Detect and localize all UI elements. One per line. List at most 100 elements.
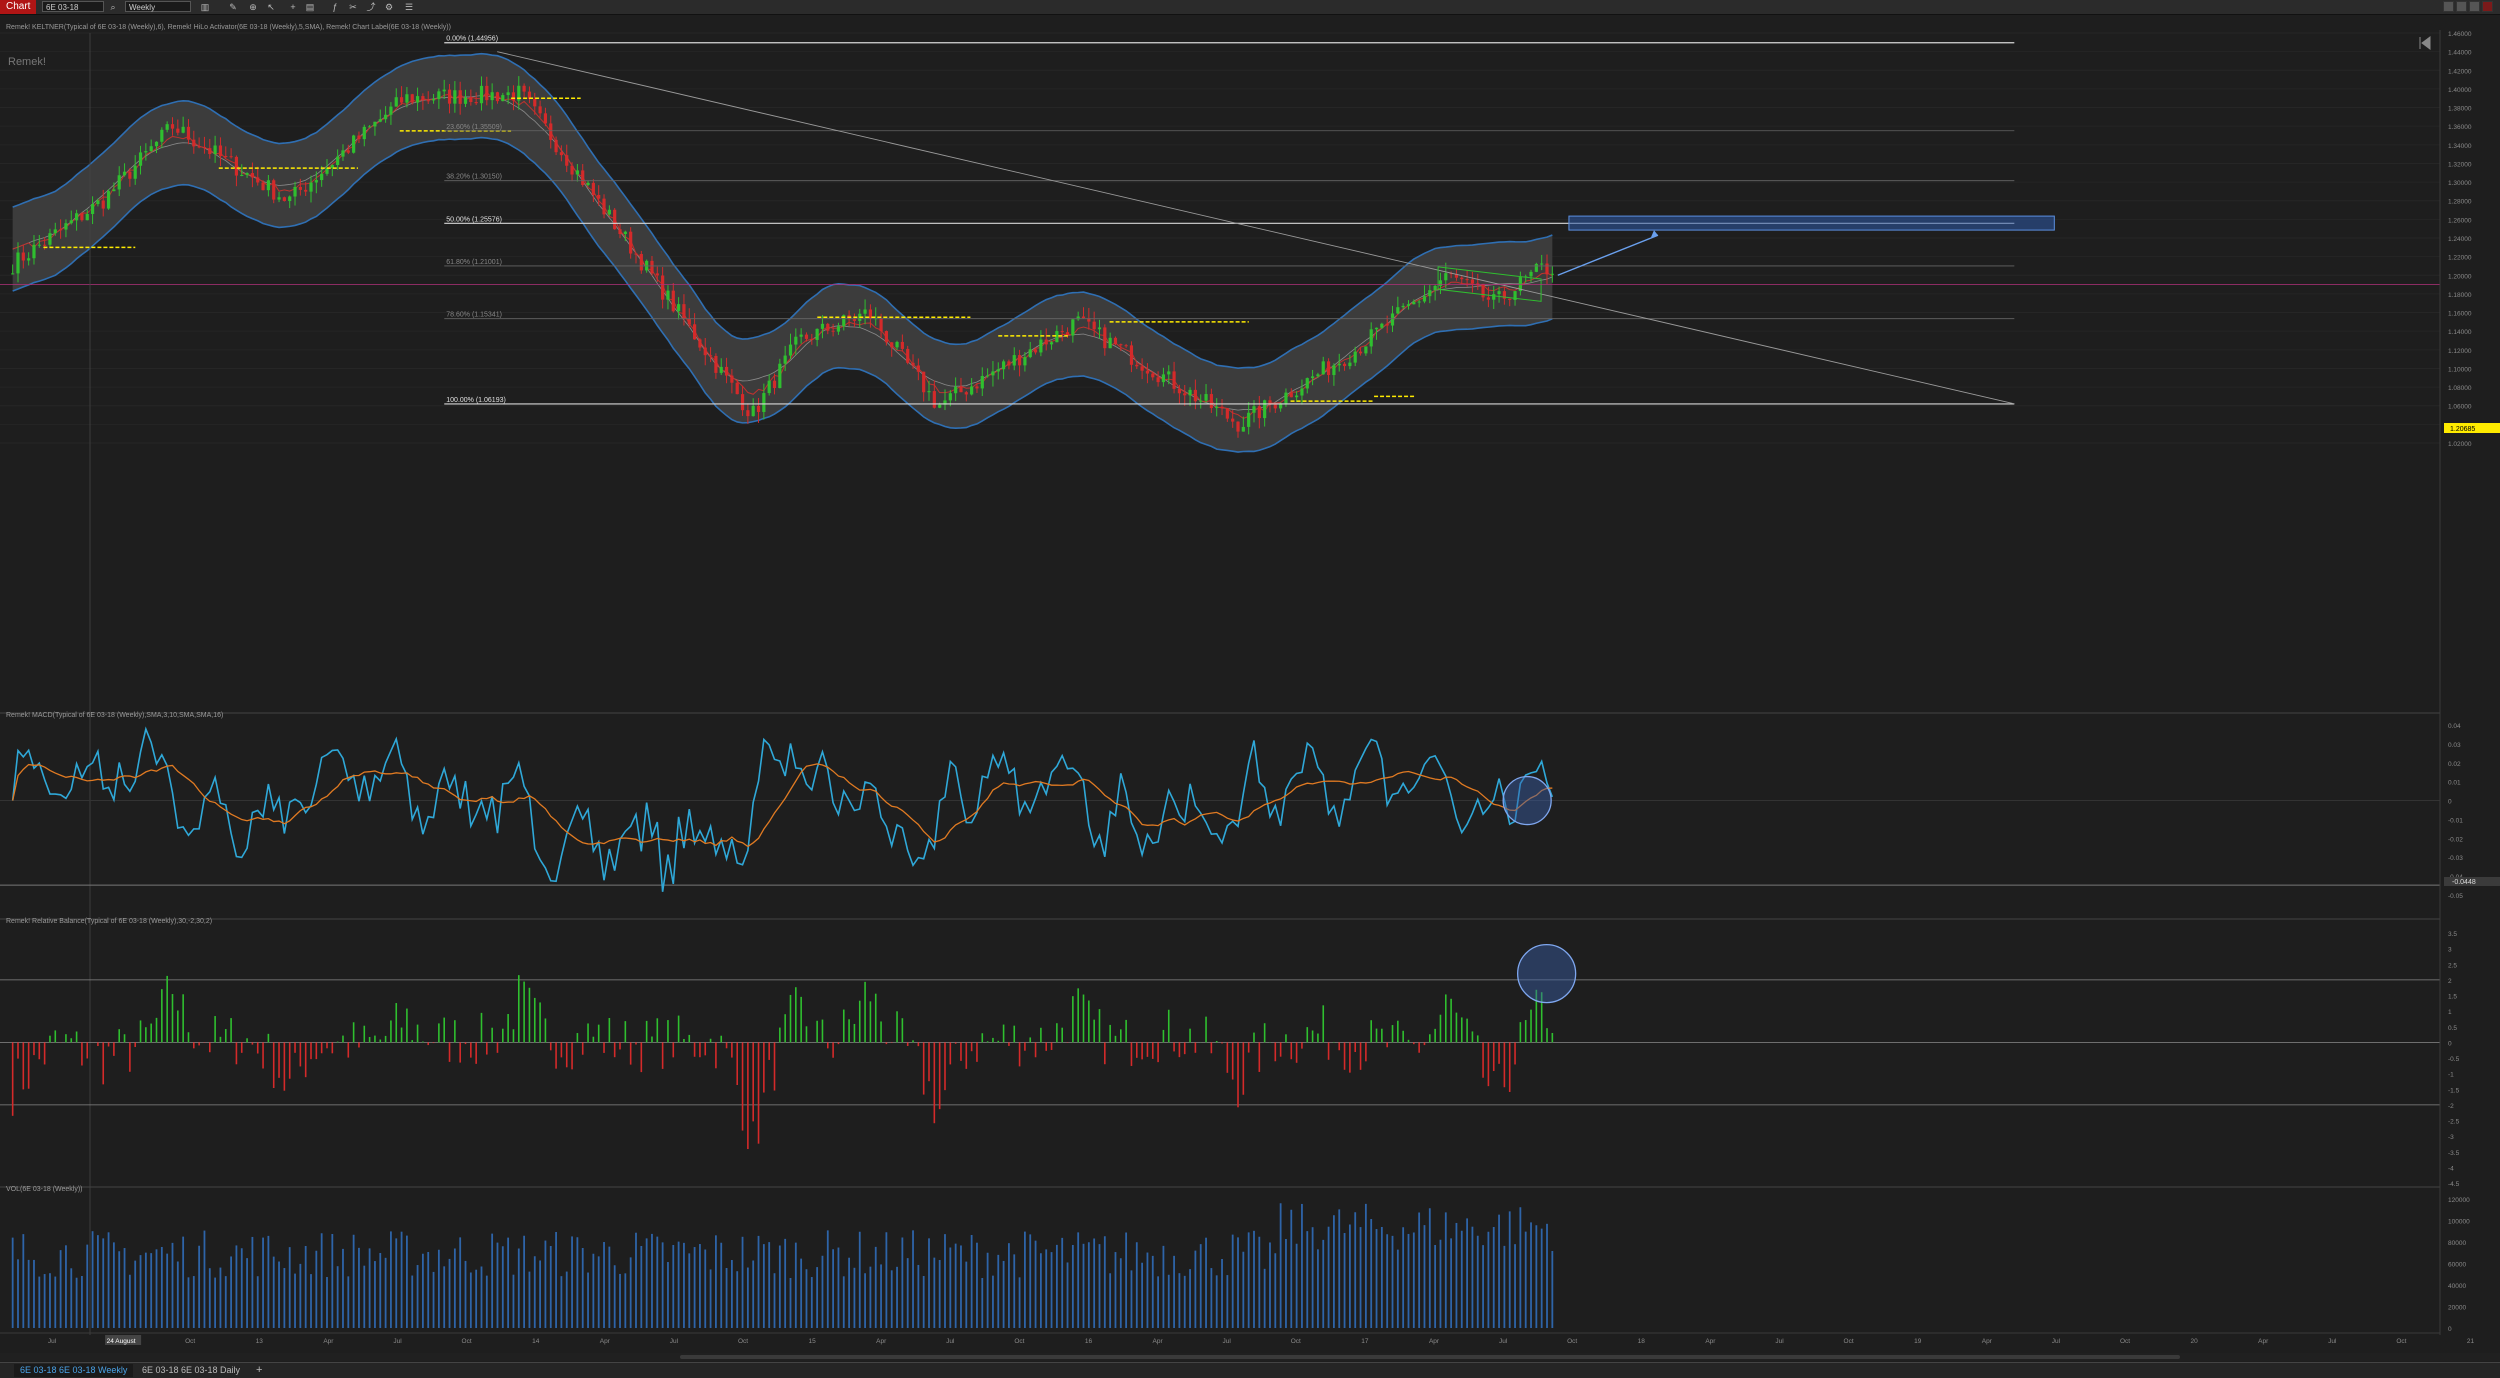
candle-body	[831, 330, 835, 332]
candle-body	[1465, 279, 1469, 281]
candle-body	[362, 126, 366, 140]
watermark-label: Remek!	[8, 56, 46, 68]
candle-body	[1321, 361, 1325, 375]
candle-body	[21, 252, 25, 261]
candle-body	[1113, 337, 1118, 345]
properties-icon[interactable]: ▤	[305, 2, 315, 12]
candle-body	[1167, 371, 1171, 375]
price-axis-label: 1.16000	[2448, 311, 2472, 318]
candle-body	[186, 126, 191, 140]
volume-axis-label: 20000	[2448, 1305, 2466, 1312]
x-axis-label: Apr	[1429, 1338, 1440, 1345]
balance-axis-label: -2	[2448, 1103, 2454, 1110]
close-window-button[interactable]	[2482, 1, 2493, 12]
candle-body	[810, 338, 814, 340]
instrument-select[interactable]: 6E 03-18	[42, 1, 104, 12]
candle-body	[751, 405, 755, 417]
fib-level-label: 38.20% (1.30150)	[446, 174, 502, 181]
candle-body	[1081, 316, 1086, 319]
minimize-window-button[interactable]	[2456, 1, 2467, 12]
balance-highlight-circle	[1516, 943, 1577, 1004]
period-select[interactable]: Weekly	[125, 1, 191, 12]
macd-axis-label: 0.01	[2448, 780, 2461, 787]
candle-body	[1017, 355, 1022, 366]
candle-body	[708, 355, 713, 357]
macd-marker: -0.0448	[2444, 877, 2500, 886]
candle-body	[1508, 298, 1512, 300]
candle-body	[852, 319, 857, 321]
candle-body	[906, 348, 910, 363]
candle-body	[954, 386, 958, 394]
candle-body	[1460, 277, 1464, 280]
candle-body	[884, 331, 888, 343]
balance-axis-label: -4	[2448, 1165, 2454, 1172]
candle-body	[629, 231, 633, 254]
target-zone-box	[1568, 215, 2055, 231]
candle-body	[128, 171, 132, 179]
scrollbar-thumb[interactable]	[680, 1355, 2180, 1359]
candle-body	[234, 156, 239, 176]
horizontal-scrollbar[interactable]	[0, 1353, 2500, 1361]
candle-body	[1247, 412, 1251, 427]
candle-body	[266, 180, 270, 191]
chart-tab-bar: 6E 03-18 6E 03-18 Weekly 6E 03-18 6E 03-…	[0, 1362, 2500, 1378]
restore-window-button[interactable]	[2443, 1, 2454, 12]
price-axis-label: 1.26000	[2448, 217, 2472, 224]
bars-icon[interactable]: ▥	[200, 2, 210, 12]
candle-body	[160, 129, 164, 142]
candle-body	[336, 156, 340, 166]
tab-6e-weekly[interactable]: 6E 03-18 6E 03-18 Weekly	[14, 1364, 134, 1377]
candle-body	[1161, 374, 1166, 383]
chart-menu-button[interactable]: Chart	[0, 0, 37, 14]
fx-icon[interactable]: ƒ	[330, 2, 340, 12]
search-icon[interactable]: ⌕	[108, 2, 118, 12]
candle-body	[533, 98, 537, 107]
cursor-icon[interactable]: ↖	[266, 2, 276, 12]
candle-body	[559, 152, 564, 156]
settings-icon[interactable]: ⚙	[384, 2, 394, 12]
share-icon[interactable]: ⤴	[366, 2, 376, 12]
candle-body	[272, 180, 276, 200]
candle-body	[1145, 370, 1150, 374]
candle-body	[1092, 321, 1096, 330]
candle-body	[1374, 327, 1379, 330]
draw-tools-icon[interactable]: ✂	[348, 2, 358, 12]
candle-body	[1284, 392, 1288, 404]
candle-body	[458, 90, 462, 104]
candle-body	[16, 252, 20, 274]
candle-body	[229, 156, 233, 158]
candle-body	[1545, 263, 1549, 275]
candle-body	[815, 328, 819, 340]
tab-6e-daily[interactable]: 6E 03-18 6E 03-18 Daily	[136, 1364, 246, 1377]
candle-body	[1369, 329, 1373, 347]
x-axis-label: Oct	[738, 1338, 748, 1345]
macd-axis-label: 0.03	[2448, 742, 2461, 749]
zoom-icon[interactable]: ⊕	[248, 2, 258, 12]
candle-body	[11, 273, 15, 275]
candle-body	[256, 177, 260, 183]
price-axis-label: 1.34000	[2448, 143, 2472, 150]
candle-body	[623, 231, 627, 235]
candle-body	[176, 128, 180, 133]
add-tab-button[interactable]: +	[250, 1364, 268, 1377]
x-axis-label: 15	[808, 1338, 816, 1345]
candle-body	[202, 147, 207, 149]
candle-body	[399, 97, 404, 103]
candle-body	[1310, 376, 1315, 379]
candle-body	[1007, 361, 1011, 366]
pencil-icon[interactable]: ✎	[228, 2, 238, 12]
candle-body	[1385, 323, 1389, 326]
candle-body	[320, 173, 324, 181]
candle-body	[213, 145, 217, 155]
x-axis-label: 21	[2467, 1338, 2475, 1345]
maximize-window-button[interactable]	[2469, 1, 2480, 12]
candle-body	[437, 91, 441, 100]
macd-axis-label: 0.02	[2448, 761, 2461, 768]
candle-body	[154, 141, 159, 147]
list-icon[interactable]: ☰	[404, 2, 414, 12]
chart-area[interactable]: 0.00% (1.44956) 23.60% (1.35509) 38.20% (1…	[0, 15, 2500, 1352]
crosshair-icon[interactable]: +	[288, 2, 298, 12]
candle-body	[69, 220, 73, 224]
balance-axis-label: 1	[2448, 1009, 2452, 1016]
x-axis-label: Jul	[1223, 1338, 1232, 1345]
